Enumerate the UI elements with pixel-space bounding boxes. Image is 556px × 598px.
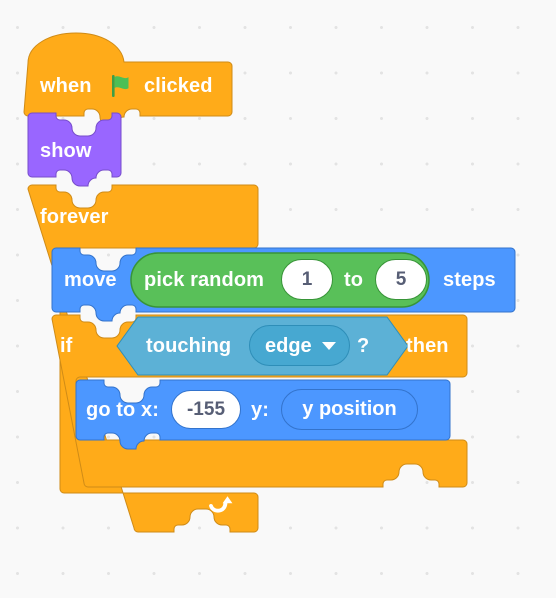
forever-block-label: forever	[40, 206, 109, 228]
chevron-down-icon	[321, 341, 336, 350]
if-block-label-then: then	[406, 335, 449, 357]
touching-label-before: touching	[146, 335, 232, 357]
when-flag-clicked-label-after: clicked	[144, 75, 213, 97]
move-block-label-after: steps	[443, 269, 496, 291]
pick-random-from-input[interactable]: 1	[281, 259, 333, 300]
y-position-reporter-block[interactable]: y position	[281, 389, 418, 430]
go-to-label-x: go to x:	[86, 399, 160, 421]
touching-target-dropdown[interactable]: edge	[249, 325, 350, 366]
pick-random-label-before: pick random	[144, 269, 265, 291]
loop-arrow-icon	[205, 492, 235, 518]
when-flag-clicked-label-before: when	[40, 75, 92, 97]
go-to-label-y: y:	[251, 399, 269, 421]
green-flag-icon	[105, 70, 137, 102]
move-block-label-before: move	[64, 269, 117, 291]
pick-random-to-input[interactable]: 5	[375, 259, 427, 300]
touching-target-value: edge	[265, 334, 312, 357]
pick-random-label-middle: to	[344, 269, 364, 291]
forever-block-shape	[27, 184, 259, 533]
show-block-label: show	[40, 140, 92, 162]
blocks-workspace[interactable]: when clicked show forever move pick rand…	[0, 0, 556, 598]
if-block-label-if: if	[60, 335, 73, 357]
go-to-x-input[interactable]: -155	[171, 390, 241, 429]
touching-label-after: ?	[357, 335, 370, 357]
